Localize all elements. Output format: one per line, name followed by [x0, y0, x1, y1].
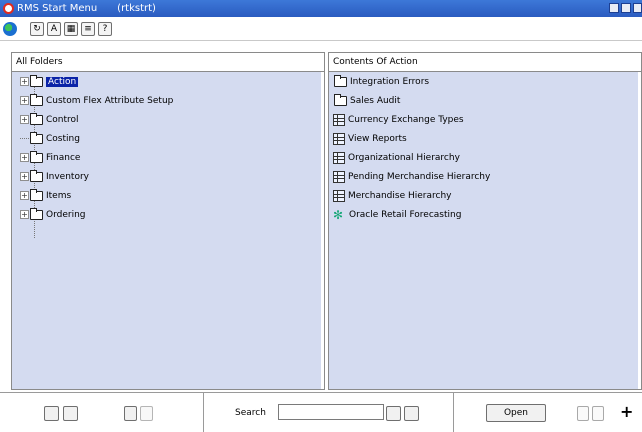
- star-icon: ✻: [333, 207, 344, 222]
- folder-icon: [30, 169, 43, 182]
- tree-item-items[interactable]: + Items: [12, 186, 71, 205]
- tree-item-label: Costing: [46, 133, 80, 144]
- list-item-label: Currency Exchange Types: [348, 114, 464, 125]
- list-item-sales-audit[interactable]: Sales Audit: [333, 91, 400, 110]
- tree-item-finance[interactable]: + Finance: [12, 148, 80, 167]
- contents-list: Integration Errors Sales Audit Currency …: [329, 72, 641, 389]
- folder-tree: + Action + Custom Flex Attribute Setup +…: [12, 72, 324, 389]
- folder-icon: [30, 112, 43, 125]
- add-button[interactable]: +: [620, 402, 633, 421]
- delete-folder-button[interactable]: [140, 406, 153, 421]
- expand-icon[interactable]: +: [20, 172, 29, 181]
- search-input[interactable]: [278, 404, 384, 420]
- expand-icon[interactable]: +: [20, 77, 29, 86]
- window-title: RMS Start Menu: [17, 3, 98, 14]
- folder-icon: [30, 150, 43, 163]
- folder-icon: [30, 207, 43, 220]
- expand-icon[interactable]: +: [20, 115, 29, 124]
- tree-item-label: Custom Flex Attribute Setup: [46, 95, 174, 106]
- tree-item-inventory[interactable]: + Inventory: [12, 167, 89, 186]
- tree-item-label: Items: [46, 190, 72, 201]
- move-down-button[interactable]: [592, 406, 604, 421]
- calendar-icon[interactable]: ▦: [64, 21, 78, 36]
- contents-panel: Contents Of Action Integration Errors Sa…: [328, 52, 642, 390]
- close-button[interactable]: [633, 3, 642, 13]
- tree-item-ordering[interactable]: + Ordering: [12, 205, 86, 224]
- title-bar: RMS Start Menu (rtkstrt): [0, 0, 642, 17]
- list-item-integration-errors[interactable]: Integration Errors: [333, 72, 429, 91]
- new-folder-button[interactable]: [124, 406, 137, 421]
- collapse-all-button[interactable]: [63, 406, 78, 421]
- tree-item-costing[interactable]: Costing: [12, 129, 80, 148]
- tree-item-label: Finance: [46, 152, 81, 163]
- tree-item-label: Inventory: [46, 171, 89, 182]
- move-up-button[interactable]: [577, 406, 589, 421]
- list-item-organizational-hierarchy[interactable]: Organizational Hierarchy: [333, 148, 460, 167]
- folder-open-icon: [30, 74, 43, 87]
- all-folders-header: All Folders: [12, 53, 324, 72]
- expand-icon[interactable]: +: [20, 96, 29, 105]
- print-icon[interactable]: ≡: [81, 21, 95, 36]
- list-item-pending-merchandise-hierarchy[interactable]: Pending Merchandise Hierarchy: [333, 167, 490, 186]
- grid-icon: [333, 151, 345, 164]
- folder-icon: [334, 93, 347, 106]
- search-previous-button[interactable]: [404, 406, 419, 421]
- bottom-toolbar: Search Open +: [0, 392, 642, 432]
- grid-icon: [333, 189, 345, 202]
- window-user: (rtkstrt): [117, 3, 156, 14]
- folder-icon: [30, 93, 43, 106]
- grid-icon: [333, 170, 345, 183]
- globe-icon[interactable]: [3, 21, 17, 36]
- search-next-button[interactable]: [386, 406, 401, 421]
- expand-icon[interactable]: +: [20, 210, 29, 219]
- all-folders-panel: All Folders + Action + Custom Flex Attri…: [11, 52, 325, 390]
- grid-icon: [333, 113, 345, 126]
- open-button[interactable]: Open: [486, 404, 546, 422]
- folder-icon: [30, 188, 43, 201]
- grid-icon: [333, 132, 345, 145]
- tree-item-control[interactable]: + Control: [12, 110, 79, 129]
- toolbar: ↻ A ▦ ≡ ?: [0, 17, 642, 41]
- contents-header: Contents Of Action: [329, 53, 641, 72]
- list-item-label: Oracle Retail Forecasting: [349, 209, 462, 220]
- list-item-label: View Reports: [348, 133, 407, 144]
- spell-check-icon[interactable]: A: [47, 21, 61, 36]
- folder-icon: [334, 74, 347, 87]
- tree-item-label: Ordering: [46, 209, 86, 220]
- expand-all-button[interactable]: [44, 406, 59, 421]
- list-item-label: Integration Errors: [350, 76, 430, 87]
- maximize-button[interactable]: [621, 3, 631, 13]
- list-item-merchandise-hierarchy[interactable]: Merchandise Hierarchy: [333, 186, 451, 205]
- tree-item-label: Action: [46, 76, 79, 87]
- tree-controls-section: [0, 393, 204, 432]
- list-item-label: Pending Merchandise Hierarchy: [348, 171, 491, 182]
- list-item-currency-exchange-types[interactable]: Currency Exchange Types: [333, 110, 464, 129]
- tree-connector: [20, 138, 29, 139]
- minimize-button[interactable]: [609, 3, 619, 13]
- oracle-logo-icon: [3, 3, 14, 14]
- list-item-label: Sales Audit: [350, 95, 401, 106]
- list-item-label: Organizational Hierarchy: [348, 152, 460, 163]
- refresh-icon[interactable]: ↻: [30, 21, 44, 36]
- list-item-label: Merchandise Hierarchy: [348, 190, 452, 201]
- list-item-oracle-retail-forecasting[interactable]: ✻ Oracle Retail Forecasting: [333, 205, 461, 224]
- tree-item-action[interactable]: + Action: [12, 72, 79, 91]
- tree-item-label: Control: [46, 114, 79, 125]
- folder-icon: [30, 131, 43, 144]
- help-icon[interactable]: ?: [98, 21, 112, 36]
- search-label: Search: [235, 408, 266, 418]
- expand-icon[interactable]: +: [20, 191, 29, 200]
- list-item-view-reports[interactable]: View Reports: [333, 129, 407, 148]
- tree-item-custom-flex-attribute-setup[interactable]: + Custom Flex Attribute Setup: [12, 91, 173, 110]
- expand-icon[interactable]: +: [20, 153, 29, 162]
